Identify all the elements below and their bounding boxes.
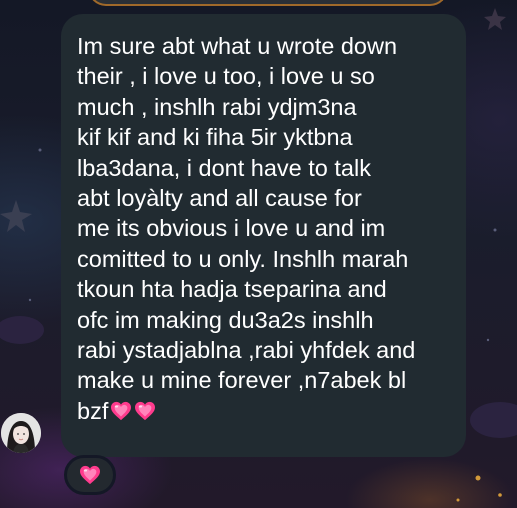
reaction-badge[interactable]: [64, 455, 116, 495]
sender-avatar[interactable]: [1, 413, 41, 453]
incoming-message-bubble[interactable]: Im sure abt what u wrote down their , i …: [61, 14, 466, 457]
growing-heart-icon: [111, 401, 132, 420]
message-text: Im sure abt what u wrote down their , i …: [77, 31, 452, 426]
wallpaper-star: [0, 200, 32, 232]
previous-message-bubble[interactable]: [88, 0, 448, 6]
avatar-photo: [1, 413, 41, 453]
message-body: Im sure abt what u wrote down their , i …: [77, 33, 416, 424]
growing-heart-icon: [80, 465, 100, 485]
wallpaper-star: [484, 8, 506, 30]
growing-heart-icon: [135, 401, 156, 420]
wallpaper-glow: [456, 475, 502, 502]
